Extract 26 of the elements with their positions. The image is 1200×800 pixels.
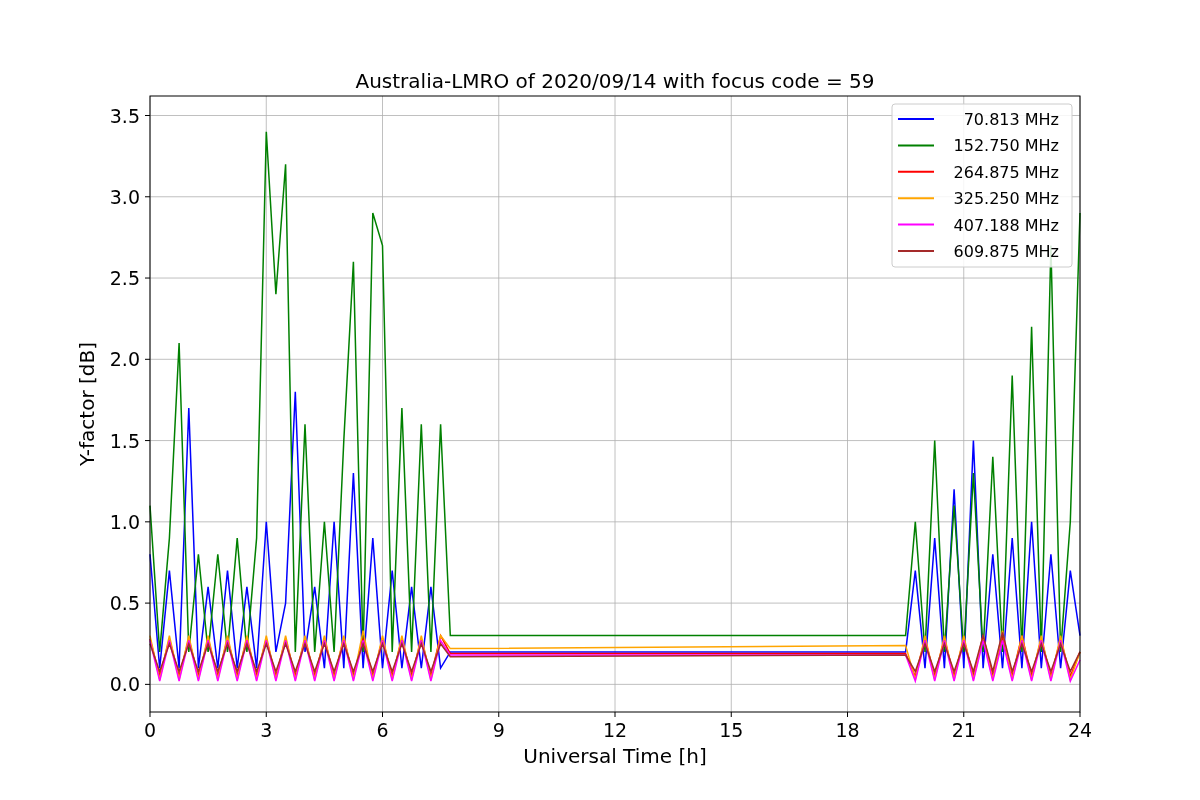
- x-tick-label: 6: [376, 719, 389, 741]
- x-tick-label: 9: [492, 719, 505, 741]
- y-tick-label: 0.0: [109, 673, 140, 696]
- legend-label: 609.875 MHz: [953, 242, 1059, 261]
- chart-title: Australia-LMRO of 2020/09/14 with focus code = 59: [355, 69, 875, 93]
- y-tick-label: 2.0: [109, 348, 140, 371]
- y-tick-label: 0.5: [109, 592, 140, 615]
- x-tick-label: 12: [602, 719, 628, 741]
- x-tick-label: 0: [143, 719, 157, 741]
- x-tick-label: 18: [835, 719, 860, 741]
- x-tick-label: 3: [260, 719, 273, 741]
- legend-label: 70.813 MHz: [963, 110, 1059, 129]
- y-tick-label: 3.5: [109, 104, 140, 127]
- x-axis-label: Universal Time [h]: [523, 744, 707, 768]
- legend-label: 264.875 MHz: [953, 162, 1059, 182]
- legend-label: 407.188 MHz: [953, 215, 1059, 235]
- y-tick-label: 1.5: [109, 429, 140, 452]
- x-tick-label: 24: [1067, 719, 1093, 741]
- x-tick-label: 15: [719, 719, 744, 741]
- legend-label: 152.750 MHz: [953, 136, 1059, 156]
- y-tick-label: 1.0: [109, 510, 140, 533]
- y-tick-label: 2.5: [109, 267, 140, 290]
- y-axis-label: Y-factor [dB]: [75, 342, 99, 466]
- x-tick-label: 21: [951, 719, 976, 741]
- legend-label: 325.250 MHz: [953, 189, 1059, 209]
- y-tick-label: 3.0: [109, 185, 140, 208]
